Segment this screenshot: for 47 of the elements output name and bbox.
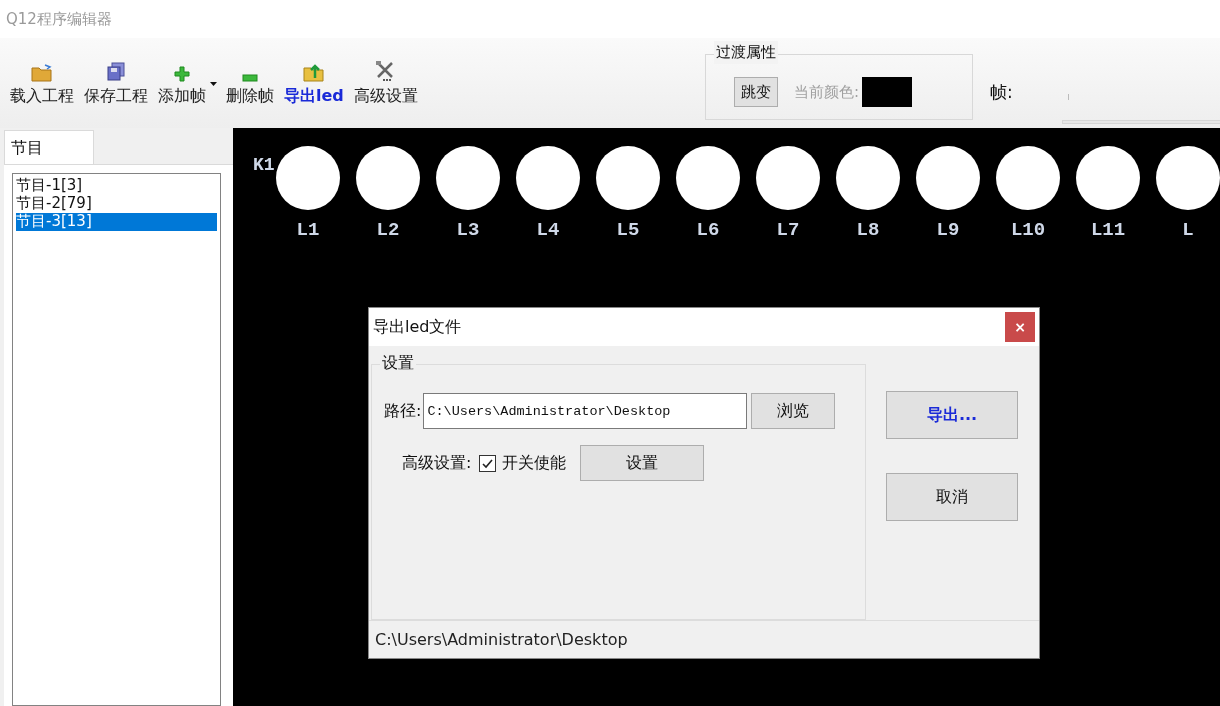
led-label: L2	[376, 218, 400, 243]
advanced-label: 高级设置:	[402, 452, 472, 474]
led-label: L3	[456, 218, 480, 243]
status-text: C:\Users\Administrator\Desktop	[375, 628, 628, 651]
program-item[interactable]: 节目-3[13]	[16, 213, 217, 231]
toolbar-button[interactable]: 载入工程	[6, 52, 78, 108]
led-label: L5	[616, 218, 640, 243]
caret-icon[interactable]	[210, 82, 217, 86]
minus-icon	[242, 74, 258, 82]
led-label: L11	[1090, 218, 1126, 243]
row-label: K1	[253, 154, 276, 177]
toolbar-button[interactable]: 导出led	[280, 52, 348, 108]
led-label: L7	[776, 218, 800, 243]
led-label: L6	[696, 218, 720, 243]
led-label: L10	[1010, 218, 1046, 243]
window-title: Q12程序编辑器	[6, 8, 112, 30]
frame-label: 帧:	[990, 81, 1013, 104]
plus-icon	[174, 66, 190, 82]
group-title: 过渡属性	[714, 41, 778, 64]
mode-button[interactable]: 跳变	[734, 77, 778, 107]
led-label: L9	[936, 218, 960, 243]
color-swatch[interactable]	[862, 77, 913, 107]
led-label: L	[1182, 218, 1194, 243]
led-label: L4	[536, 218, 560, 243]
program-item[interactable]: 节目-2[79]	[16, 195, 217, 213]
toolbar-button[interactable]: 添加帧	[154, 52, 220, 108]
close-button[interactable]: ×	[1005, 312, 1035, 342]
toolbar-button[interactable]: 删除帧	[222, 52, 278, 108]
disks-icon	[106, 62, 126, 82]
toolbar-button[interactable]: 高级设置	[349, 52, 422, 108]
checkbox-label: 开关使能	[502, 452, 567, 474]
led-label: L8	[856, 218, 880, 243]
cancel-button[interactable]: 取消	[886, 473, 1018, 521]
browse-button[interactable]: 浏览	[751, 393, 836, 429]
color-label: 当前颜色:	[794, 81, 860, 103]
folder-icon	[31, 64, 53, 82]
enable-checkbox[interactable]	[479, 454, 497, 472]
dialog-title: 导出led文件	[373, 316, 462, 338]
program-item[interactable]: 节目-1[3]	[16, 177, 217, 195]
path-label: 路径:	[384, 400, 422, 422]
settings-button[interactable]: 设置	[580, 445, 705, 481]
path-field[interactable]: C:\Users\Administrator\Desktop	[423, 393, 748, 429]
tab[interactable]: 节目	[4, 130, 94, 164]
folder-arrow-icon	[302, 62, 325, 82]
led-label: L1	[296, 218, 320, 243]
toolbar-button[interactable]: 保存工程	[80, 52, 152, 108]
export-button[interactable]: 导出...	[886, 391, 1018, 439]
